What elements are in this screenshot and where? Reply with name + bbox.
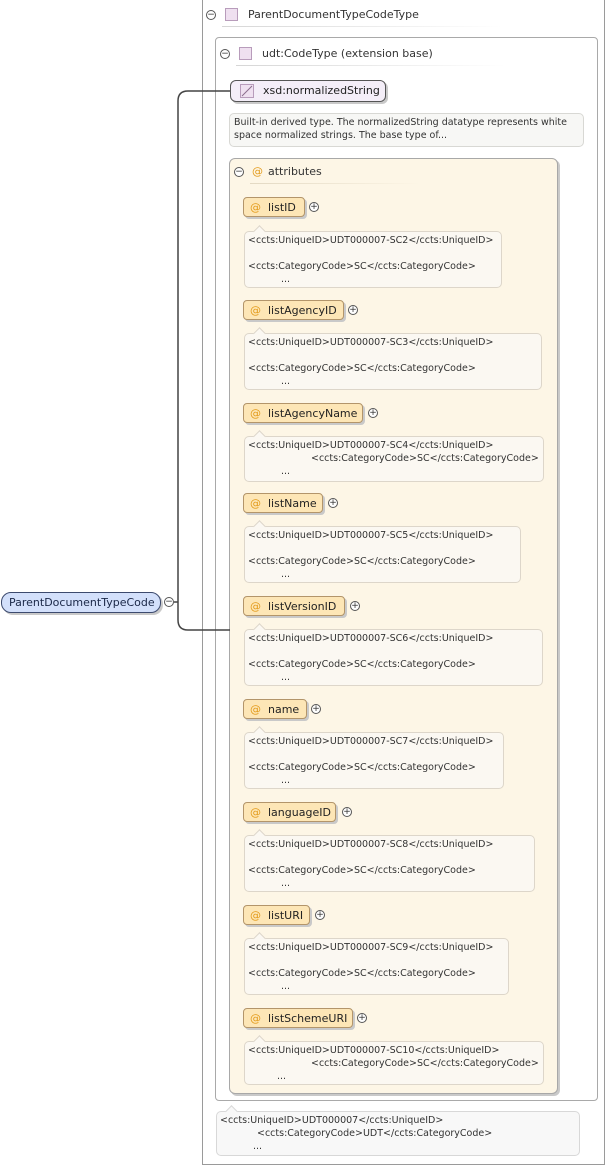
collapse-element-icon[interactable]: − [164, 597, 174, 607]
attribute-name: listURI [268, 909, 304, 922]
type-documentation: <ccts:UniqueID>UDT000007</ccts:UniqueID>… [216, 1105, 580, 1156]
attribute-documentation: <ccts:UniqueID>UDT000007-SC5</ccts:Uniqu… [244, 520, 521, 583]
attribute-node-listname[interactable]: @ listName [243, 493, 323, 513]
attribute-node-listagencyname[interactable]: @ listAgencyName [243, 403, 363, 423]
element-name: ParentDocumentTypeCode [9, 596, 155, 609]
extension-base-label: udt:CodeType (extension base) [262, 47, 433, 60]
expand-attribute-icon[interactable]: + [328, 498, 338, 508]
expand-attribute-icon[interactable]: + [348, 305, 358, 315]
expand-attribute-icon[interactable]: + [368, 408, 378, 418]
extension-type-icon [239, 47, 252, 60]
attribute-node-name[interactable]: @ name [243, 699, 307, 719]
collapse-attributes-icon[interactable]: − [234, 167, 244, 177]
attribute-icon: @ [250, 407, 261, 420]
expand-attribute-icon[interactable]: + [311, 704, 321, 714]
base-type-documentation: Built-in derived type. The normalizedStr… [229, 113, 584, 147]
expand-attribute-icon[interactable]: + [315, 910, 325, 920]
expand-attribute-icon[interactable]: + [342, 807, 352, 817]
element-node[interactable]: ParentDocumentTypeCode [1, 592, 161, 613]
attribute-icon: @ [250, 1012, 261, 1025]
attribute-name: listAgencyID [268, 304, 337, 317]
attribute-node-languageid[interactable]: @ languageID [243, 802, 336, 822]
complex-type-icon [225, 8, 238, 21]
attribute-documentation: <ccts:UniqueID>UDT000007-SC8</ccts:Uniqu… [244, 829, 535, 892]
attribute-name: languageID [268, 806, 331, 819]
attribute-name: listSchemeURI [268, 1012, 348, 1025]
attribute-icon: @ [250, 600, 261, 613]
attribute-name: listID [268, 201, 296, 214]
attributes-label: attributes [268, 165, 322, 178]
attribute-name: listAgencyName [268, 407, 358, 420]
attribute-documentation: <ccts:UniqueID>UDT000007-SC10</ccts:Uniq… [244, 1035, 544, 1085]
attribute-name: name [268, 703, 300, 716]
expand-attribute-icon[interactable]: + [309, 202, 319, 212]
attribute-documentation: <ccts:UniqueID>UDT000007-SC2</ccts:Uniqu… [244, 225, 502, 288]
attribute-documentation: <ccts:UniqueID>UDT000007-SC4</ccts:Uniqu… [244, 430, 544, 482]
base-type-name: xsd:normalizedString [263, 84, 380, 97]
attribute-icon: @ [250, 703, 261, 716]
attribute-node-listid[interactable]: @ listID [243, 197, 305, 217]
attribute-documentation: <ccts:UniqueID>UDT000007-SC6</ccts:Uniqu… [244, 623, 543, 686]
attributes-at-icon: @ [252, 165, 263, 178]
simple-type-icon [240, 84, 254, 98]
expand-attribute-icon[interactable]: + [350, 601, 360, 611]
attribute-documentation: <ccts:UniqueID>UDT000007-SC7</ccts:Uniqu… [244, 726, 504, 789]
collapse-extension-icon[interactable]: − [220, 49, 230, 59]
expand-attribute-icon[interactable]: + [357, 1013, 367, 1023]
attribute-icon: @ [250, 806, 261, 819]
attribute-node-listversionid[interactable]: @ listVersionID [243, 596, 345, 616]
attribute-name: listName [268, 497, 317, 510]
attribute-node-listagencyid[interactable]: @ listAgencyID [243, 300, 344, 320]
attribute-icon: @ [250, 909, 261, 922]
attribute-node-listuri[interactable]: @ listURI [243, 905, 310, 925]
attribute-documentation: <ccts:UniqueID>UDT000007-SC9</ccts:Uniqu… [244, 932, 509, 995]
attribute-name: listVersionID [268, 600, 337, 613]
attribute-icon: @ [250, 201, 261, 214]
collapse-type-icon[interactable]: − [206, 10, 216, 20]
base-type-node[interactable]: xsd:normalizedString [230, 80, 386, 102]
root-type-name: ParentDocumentTypeCodeType [248, 8, 419, 21]
attribute-icon: @ [250, 304, 261, 317]
attribute-node-listschemeuri[interactable]: @ listSchemeURI [243, 1008, 353, 1028]
attribute-icon: @ [250, 497, 261, 510]
attribute-documentation: <ccts:UniqueID>UDT000007-SC3</ccts:Uniqu… [244, 327, 542, 390]
